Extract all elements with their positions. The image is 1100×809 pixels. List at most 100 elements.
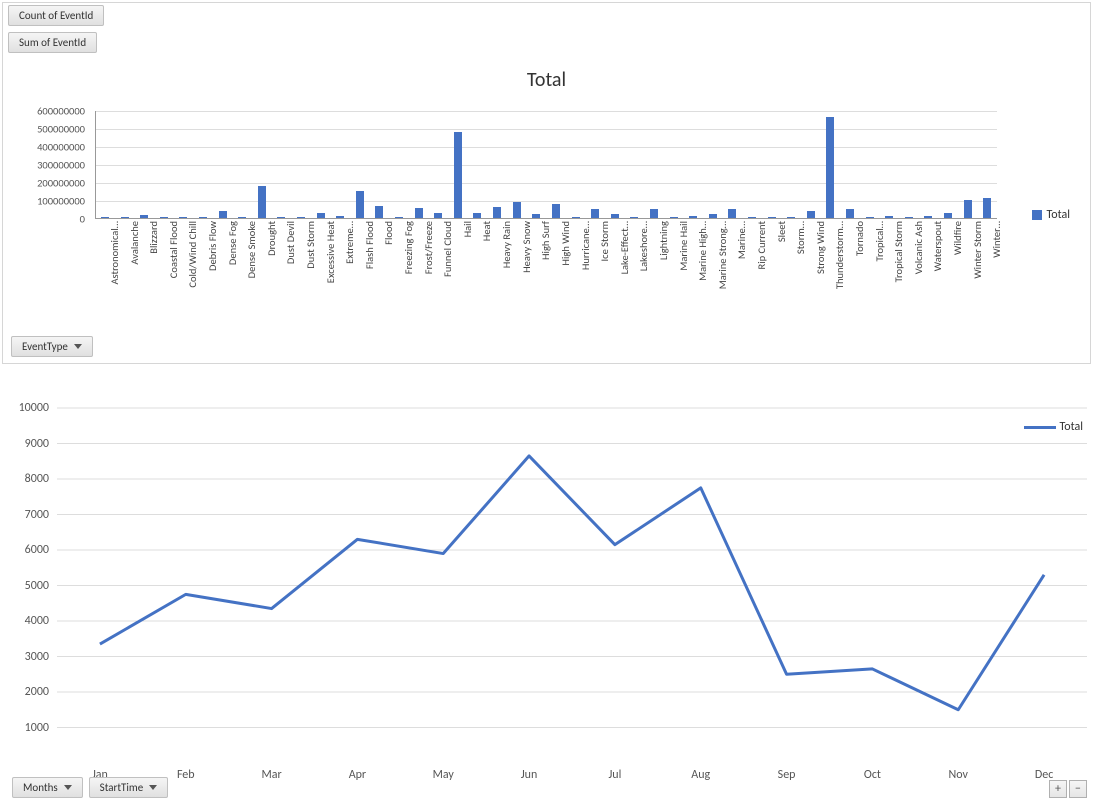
bar xyxy=(709,214,717,218)
x-tick-label: Rip Current xyxy=(755,221,768,269)
sum-of-eventid-button[interactable]: Sum of EventId xyxy=(8,32,97,53)
x-tick-label: Tornado xyxy=(853,221,866,256)
bar xyxy=(317,213,325,218)
x-tick-label: Tropical… xyxy=(873,221,886,261)
chevron-down-icon xyxy=(74,344,82,349)
bar xyxy=(885,216,893,218)
x-tick-label: Lightning xyxy=(657,221,670,260)
bar xyxy=(140,215,148,218)
bar xyxy=(160,217,168,218)
bar xyxy=(258,186,266,218)
x-tick-label: Ice Storm xyxy=(598,221,611,262)
bar xyxy=(924,216,932,218)
x-tick-label: High Surf xyxy=(539,221,552,260)
zoom-out-button[interactable]: − xyxy=(1069,780,1087,798)
x-tick-label: Blizzard xyxy=(147,221,160,254)
x-tick-label: Nov xyxy=(949,768,968,782)
bar xyxy=(983,198,991,218)
starttime-filter-button[interactable]: StartTime xyxy=(89,777,169,798)
y-tick-label: 100000000 xyxy=(37,195,85,208)
legend-line xyxy=(1024,426,1056,429)
bar xyxy=(532,214,540,218)
y-tick-label: 600000000 xyxy=(37,105,85,118)
line-chart: 1000200030004000500060007000800090001000… xyxy=(5,392,1095,802)
legend-label: Total xyxy=(1047,208,1070,222)
minus-icon: − xyxy=(1075,782,1081,796)
x-tick-label: Excessive Heat xyxy=(324,221,337,283)
x-tick-label: Lakeshore… xyxy=(637,221,650,271)
y-tick-label: 9000 xyxy=(25,437,49,451)
x-tick-label: Apr xyxy=(349,768,366,782)
bar xyxy=(572,217,580,218)
count-of-eventid-button[interactable]: Count of EventId xyxy=(8,5,104,26)
x-tick-label: May xyxy=(433,768,454,782)
bar xyxy=(101,217,109,218)
chevron-down-icon xyxy=(64,785,72,790)
bar xyxy=(944,213,952,218)
field-label: StartTime xyxy=(100,781,144,794)
bar xyxy=(238,217,246,218)
field-label: Count of EventId xyxy=(19,9,93,22)
x-tick-label: Storm… xyxy=(794,221,807,254)
bar xyxy=(611,214,619,218)
x-tick-label: Cold/Wind Chill xyxy=(186,221,199,288)
x-tick-label: Wildfire xyxy=(951,221,964,255)
top-chart-panel: Count of EventId Sum of EventId Total 01… xyxy=(2,2,1091,364)
y-tick-label: 8000 xyxy=(25,472,49,486)
y-tick-label: 3000 xyxy=(25,650,49,664)
x-tick-label: Winter… xyxy=(990,221,1003,258)
bar xyxy=(493,207,501,218)
zoom-in-button[interactable]: + xyxy=(1049,780,1067,798)
x-tick-label: Drought xyxy=(265,221,278,256)
x-tick-label: Coastal Flood xyxy=(167,221,180,278)
x-tick-label: Thunderstorm… xyxy=(833,221,846,289)
bar xyxy=(415,208,423,218)
bar xyxy=(846,209,854,218)
x-tick-label: Marine Hail xyxy=(677,221,690,271)
bar xyxy=(277,217,285,218)
legend-swatch xyxy=(1032,210,1042,220)
bar xyxy=(454,132,462,218)
bar xyxy=(728,209,736,218)
x-tick-label: Marine High… xyxy=(696,221,709,281)
x-tick-label: Strong Wind xyxy=(814,221,827,274)
eventtype-filter-button[interactable]: EventType xyxy=(11,336,93,357)
bar xyxy=(297,217,305,218)
x-tick-label: Flood xyxy=(382,221,395,245)
bar-chart-title: Total xyxy=(3,68,1090,92)
bar xyxy=(630,217,638,218)
x-tick-label: Debris Flow xyxy=(206,221,219,271)
x-tick-label: Flash Flood xyxy=(363,221,376,269)
x-tick-label: Heavy Snow xyxy=(520,221,533,273)
legend-label: Total xyxy=(1060,420,1083,434)
x-tick-label: Dense Smoke xyxy=(245,221,258,278)
bar xyxy=(787,217,795,218)
y-tick-label: 4000 xyxy=(25,614,49,628)
bar xyxy=(689,216,697,218)
x-tick-label: Dust Devil xyxy=(284,221,297,264)
bar xyxy=(199,217,207,218)
x-tick-label: Hurricane… xyxy=(579,221,592,270)
y-tick-label: 300000000 xyxy=(37,159,85,172)
bar xyxy=(336,216,344,218)
y-tick-label: 2000 xyxy=(25,685,49,699)
bar xyxy=(905,217,913,218)
x-tick-label: Avalanche xyxy=(128,221,141,265)
x-tick-label: Freezing Fog xyxy=(402,221,415,274)
y-tick-label: 1000 xyxy=(25,721,49,735)
bar xyxy=(375,206,383,218)
x-tick-label: Heat xyxy=(480,221,493,241)
bar xyxy=(866,217,874,218)
bar xyxy=(807,211,815,218)
months-filter-button[interactable]: Months xyxy=(12,777,83,798)
bar xyxy=(395,217,403,218)
x-tick-label: Dust Storm xyxy=(304,221,317,269)
bar xyxy=(826,117,834,218)
line-legend: Total xyxy=(1024,420,1083,434)
bar xyxy=(473,213,481,218)
x-tick-label: Feb xyxy=(177,768,195,782)
bar xyxy=(513,202,521,218)
x-tick-label: Marine… xyxy=(735,221,748,259)
x-tick-label: Frost/Freeze xyxy=(422,221,435,274)
x-tick-label: Volcanic Ash xyxy=(912,221,925,274)
